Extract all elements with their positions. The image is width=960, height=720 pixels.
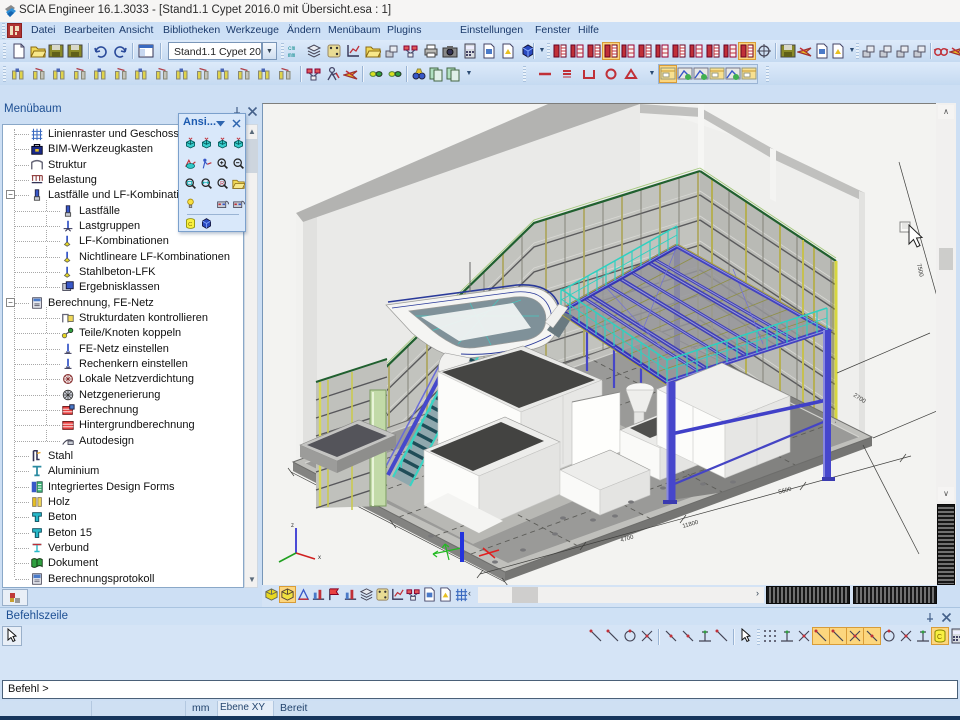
svg-text:x: x <box>318 555 321 561</box>
svg-text:z: z <box>291 523 294 529</box>
